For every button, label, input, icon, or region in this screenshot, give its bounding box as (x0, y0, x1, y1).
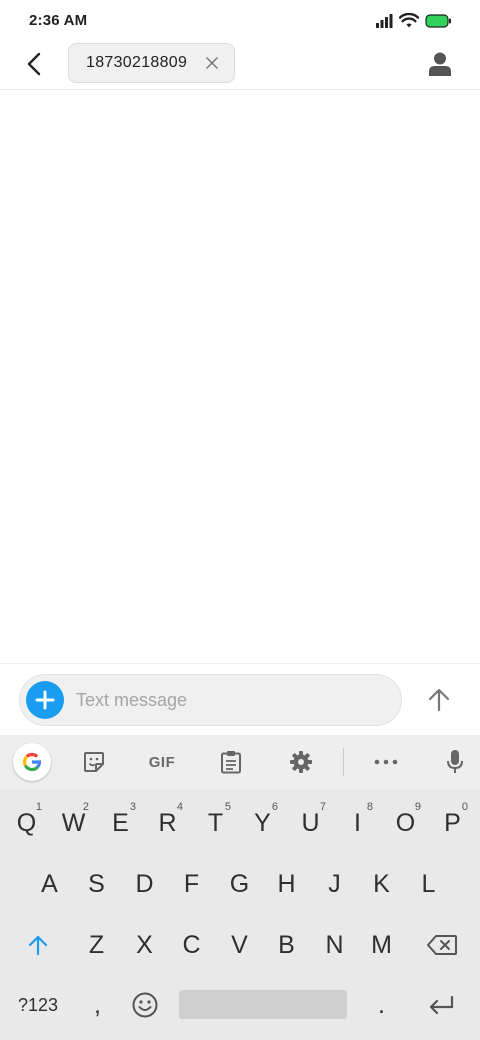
gif-button[interactable]: GIF (144, 744, 180, 780)
message-input[interactable] (76, 688, 386, 712)
backspace-key[interactable] (418, 917, 465, 973)
key-hint: 5 (224, 801, 231, 813)
status-time: 2:36 AM (29, 12, 88, 29)
keyboard-toolbar: GIF (0, 735, 480, 789)
more-button[interactable] (368, 744, 404, 780)
signal-icon (376, 13, 393, 28)
remove-recipient-button[interactable] (204, 55, 220, 71)
person-icon (429, 52, 451, 76)
google-button[interactable] (13, 743, 51, 781)
compose-field (19, 674, 402, 726)
shift-key[interactable] (14, 917, 61, 973)
compose-bar (0, 663, 480, 735)
sticker-button[interactable] (76, 744, 112, 780)
more-icon (374, 759, 398, 765)
key-hint: 4 (176, 801, 183, 813)
key-label: E (112, 808, 129, 837)
attach-button[interactable] (26, 681, 64, 719)
plus-icon (35, 690, 55, 710)
enter-icon (429, 996, 453, 1014)
voice-input-button[interactable] (437, 744, 473, 780)
key-b[interactable]: B (263, 917, 310, 973)
key-label: P (444, 808, 461, 837)
gif-label: GIF (148, 753, 176, 771)
key-hint: 8 (366, 801, 373, 813)
symbols-key[interactable]: ?123 (10, 977, 66, 1033)
toolbar-divider (343, 748, 344, 776)
key-e[interactable]: E3 (97, 795, 144, 851)
back-button[interactable] (18, 48, 50, 80)
key-hint: 9 (414, 801, 421, 813)
key-v[interactable]: V (216, 917, 263, 973)
key-z[interactable]: Z (73, 917, 120, 973)
period-key[interactable]: . (358, 977, 405, 1033)
key-n[interactable]: N (311, 917, 358, 973)
emoji-icon (132, 992, 157, 1018)
recipient-number: 18730218809 (86, 54, 188, 71)
key-l[interactable]: L (405, 856, 452, 912)
messaging-screen: 2:36 AM 1 8 7 3 0218809 Text message GIF Q 1… (0, 0, 480, 1040)
recipient-chip[interactable]: 18730218809 (68, 43, 235, 83)
key-hint: 6 (271, 801, 278, 813)
emoji-key[interactable] (121, 977, 168, 1033)
key-hint: 0 (461, 801, 468, 813)
key-d[interactable]: D (121, 856, 168, 912)
key-s[interactable]: S (73, 856, 120, 912)
key-g[interactable]: G (216, 856, 263, 912)
settings-button[interactable] (283, 744, 319, 780)
key-u[interactable]: U7 (287, 795, 334, 851)
backspace-icon (426, 935, 457, 955)
key-h[interactable]: H (263, 856, 310, 912)
sticker-icon (84, 752, 104, 772)
google-icon (22, 752, 42, 772)
key-label: Y (254, 808, 271, 837)
key-hint: 1 (35, 801, 42, 813)
key-label: U (301, 808, 320, 837)
add-contact-button[interactable] (426, 50, 454, 78)
key-hint: 3 (129, 801, 136, 813)
key-j[interactable]: J (311, 856, 358, 912)
key-m[interactable]: M (358, 917, 405, 973)
close-icon (206, 57, 218, 69)
gear-icon (290, 751, 312, 773)
key-o[interactable]: O9 (382, 795, 429, 851)
key-label: T (207, 808, 224, 837)
key-label: R (158, 808, 177, 837)
key-y[interactable]: Y6 (239, 795, 286, 851)
key-x[interactable]: X (121, 917, 168, 973)
key-label: W (61, 808, 86, 837)
key-hint: 7 (319, 801, 326, 813)
back-arrow-icon (27, 52, 41, 76)
key-label: O (395, 808, 416, 837)
keyboard: G I F Q 1 W 2 E 3 R 4 T 5 Y 6 U 7 I 8 O 9 … (0, 735, 480, 1040)
key-c[interactable]: C (168, 917, 215, 973)
key-w[interactable]: W2 (50, 795, 97, 851)
key-p[interactable]: P0 (429, 795, 476, 851)
clipboard-button[interactable] (213, 744, 249, 780)
clipboard-icon (221, 751, 241, 774)
key-q[interactable]: Q1 (3, 795, 50, 851)
status-bar: 2:36 AM (0, 0, 480, 40)
shift-icon (28, 935, 47, 956)
send-button[interactable] (424, 685, 454, 715)
key-f[interactable]: F (168, 856, 215, 912)
comma-key[interactable]: , (74, 977, 121, 1033)
key-a[interactable]: A (26, 856, 73, 912)
conversation-header: 18730218809 (0, 40, 480, 90)
key-label: I (354, 808, 361, 837)
wifi-icon (399, 13, 419, 28)
battery-icon (425, 13, 451, 28)
key-hint: 2 (82, 801, 89, 813)
key-label: Q (16, 808, 37, 837)
mic-icon (447, 750, 463, 773)
key-i[interactable]: I8 (334, 795, 381, 851)
conversation-area (0, 91, 480, 663)
status-icons (376, 13, 452, 28)
send-arrow-icon (428, 688, 450, 712)
key-k[interactable]: K (358, 856, 405, 912)
key-t[interactable]: T5 (192, 795, 239, 851)
enter-key[interactable] (417, 977, 464, 1033)
space-bar[interactable] (179, 990, 347, 1019)
key-r[interactable]: R4 (144, 795, 191, 851)
